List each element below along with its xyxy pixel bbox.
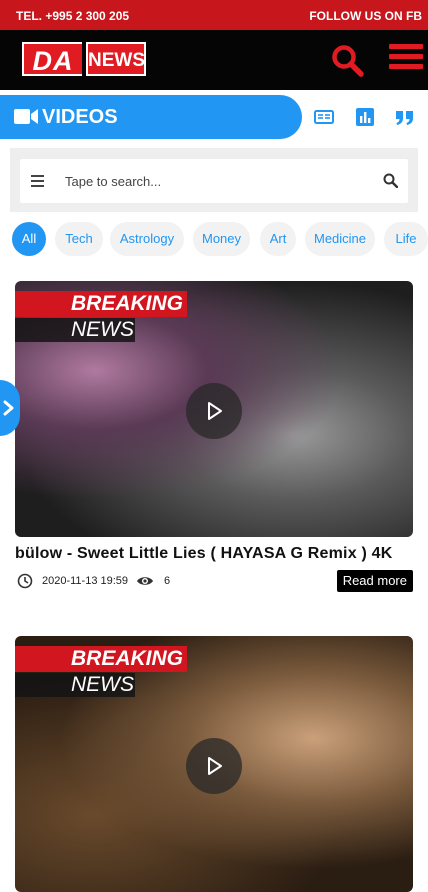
top-bar: TEL. +995 2 300 205 FOLLOW US ON FB (0, 0, 428, 30)
clock-icon (17, 573, 33, 589)
video-thumbnail[interactable]: BREAKING NEWS (15, 281, 413, 537)
hamburger-menu-icon[interactable] (389, 44, 423, 74)
logo-da: DA (22, 42, 82, 76)
category-chip-money[interactable]: Money (193, 222, 250, 256)
category-chip-medicine[interactable]: Medicine (305, 222, 375, 256)
read-more-button[interactable]: Read more (336, 570, 413, 592)
site-logo[interactable]: DA NEWS (22, 42, 146, 76)
videos-section-tab[interactable]: VIDEOS (0, 95, 302, 139)
badge-line-1: BREAKING (15, 291, 187, 317)
section-bar: VIDEOS (0, 95, 428, 139)
video-card[interactable]: BREAKING NEWS (15, 636, 413, 892)
category-chip-art[interactable]: Art (260, 222, 296, 256)
filter-menu-icon[interactable] (31, 175, 44, 190)
play-button-icon[interactable] (186, 383, 242, 439)
video-card[interactable]: BREAKING NEWS bülow - Sweet Little Lies … (15, 281, 413, 592)
video-date: 2020-11-13 19:59 (42, 575, 129, 587)
list-view-icon[interactable] (314, 107, 334, 127)
search-box (20, 159, 408, 203)
play-button-icon[interactable] (186, 738, 242, 794)
view-count: 6 (164, 575, 171, 587)
site-header: DA NEWS (0, 30, 428, 90)
chevron-right-icon (3, 400, 14, 416)
search-submit-icon[interactable] (383, 173, 398, 188)
video-camera-icon (14, 109, 38, 124)
eye-icon (137, 577, 153, 585)
badge-line-2: NEWS (15, 673, 135, 697)
category-chip-tech[interactable]: Tech (55, 222, 103, 256)
quote-view-icon[interactable] (395, 107, 415, 127)
category-chip-astrology[interactable]: Astrology (110, 222, 184, 256)
category-chip-all[interactable]: All (12, 222, 46, 256)
chart-view-icon[interactable] (355, 107, 375, 127)
phone-number[interactable]: TEL. +995 2 300 205 (16, 9, 129, 23)
category-filter-bar: All Tech Astrology Money Art Medicine Li… (0, 222, 428, 258)
category-chip-life[interactable]: Life (384, 222, 428, 256)
video-title[interactable]: bülow - Sweet Little Lies ( HAYASA G Rem… (15, 545, 415, 563)
video-meta: 2020-11-13 19:59 6 Read more (15, 570, 413, 593)
search-icon[interactable] (331, 44, 365, 78)
logo-news: NEWS (86, 42, 146, 76)
search-input[interactable] (65, 167, 365, 195)
section-title: VIDEOS (42, 106, 118, 128)
follow-us-link[interactable]: FOLLOW US ON FB (309, 9, 422, 23)
search-panel (10, 148, 418, 212)
badge-line-1: BREAKING (15, 646, 187, 672)
badge-line-2: NEWS (15, 318, 135, 342)
video-thumbnail[interactable]: BREAKING NEWS (15, 636, 413, 892)
